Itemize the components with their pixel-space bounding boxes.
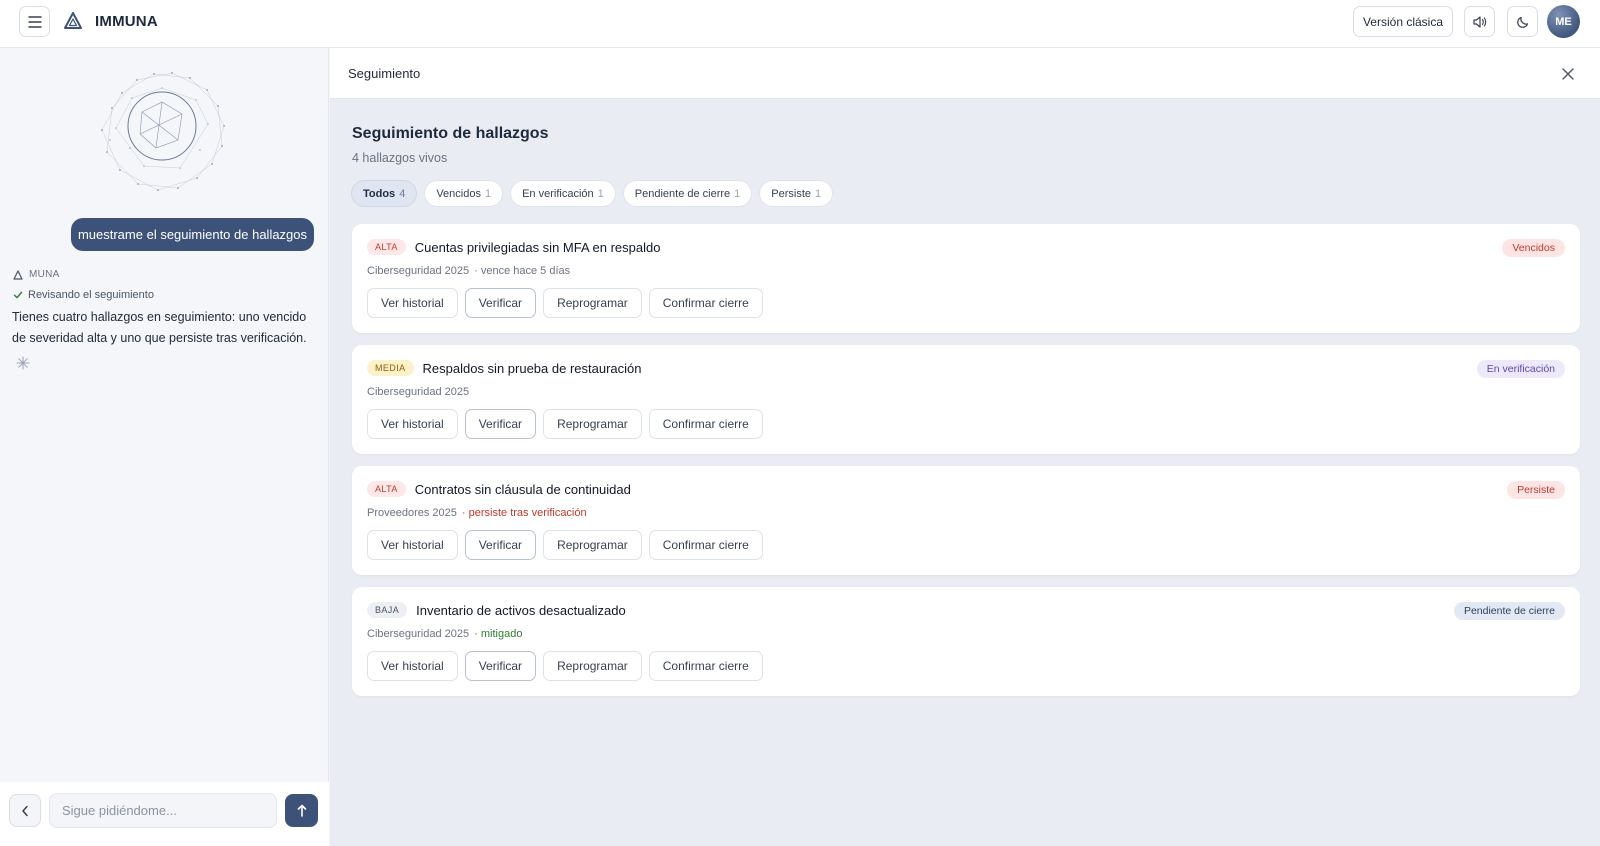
collapse-chat-button[interactable]	[9, 794, 41, 827]
top-bar: IMMUNA Versión clásica ME	[0, 0, 1600, 48]
user-message-bubble: muestrame el seguimiento de hallazgos	[71, 218, 314, 251]
page-subtitle: 4 hallazgos vivos	[352, 151, 448, 165]
chat-composer	[0, 782, 329, 846]
view-history-button[interactable]: Ver historial	[367, 530, 458, 560]
reschedule-button[interactable]: Reprogramar	[543, 409, 642, 439]
menu-icon	[27, 15, 42, 28]
filter-chip-label: En verificación	[522, 187, 594, 200]
assistant-status: Revisando el seguimiento	[13, 289, 154, 301]
confirm-close-button[interactable]: Confirmar cierre	[648, 651, 763, 681]
verify-button[interactable]: Verificar	[464, 651, 537, 681]
finding-source: Proveedores 2025	[367, 507, 457, 519]
moon-icon	[1516, 16, 1528, 28]
finding-title: Cuentas privilegiadas sin MFA en respald…	[414, 239, 661, 255]
finding-source: Ciberseguridad 2025	[367, 265, 470, 277]
severity-badge: MEDIA	[367, 360, 414, 376]
finding-note: · persiste tras verificación	[461, 507, 587, 519]
status-badge: Vencidos	[1502, 239, 1565, 257]
filter-chip-todos[interactable]: Todos 4	[351, 180, 418, 207]
check-icon	[13, 291, 23, 299]
finding-card: MEDIA Respaldos sin prueba de restauraci…	[352, 345, 1580, 454]
view-history-button[interactable]: Ver historial	[367, 651, 458, 681]
finding-actions: Ver historial Verificar Reprogramar Conf…	[367, 409, 763, 439]
finding-source: Ciberseguridad 2025	[367, 386, 470, 398]
filter-chip-persiste[interactable]: Persiste 1	[759, 180, 834, 207]
filter-chip-count: 1	[734, 187, 741, 200]
finding-source: Ciberseguridad 2025	[367, 628, 470, 640]
filter-chip-pendiente-de-cierre[interactable]: Pendiente de cierre 1	[622, 180, 753, 207]
finding-card: BAJA Inventario de activos desactualizad…	[352, 587, 1580, 696]
finding-title: Contratos sin cláusula de continuidad	[414, 481, 631, 497]
finding-actions: Ver historial Verificar Reprogramar Conf…	[367, 288, 763, 318]
assistant-status-text: Revisando el seguimiento	[28, 289, 154, 301]
finding-meta: Ciberseguridad 2025 · vence hace 5 días	[367, 265, 570, 277]
confirm-close-button[interactable]: Confirmar cierre	[648, 530, 763, 560]
status-badge: Pendiente de cierre	[1453, 602, 1565, 620]
confirm-close-button[interactable]: Confirmar cierre	[648, 409, 763, 439]
finding-meta: Ciberseguridad 2025	[367, 386, 474, 398]
avatar[interactable]: ME	[1547, 5, 1580, 38]
brand-name[interactable]: IMMUNA	[95, 13, 158, 30]
chat-panel: muestrame el seguimiento de hallazgos MU…	[0, 48, 329, 846]
assistant-label: MUNA	[13, 269, 60, 280]
severity-badge: ALTA	[367, 239, 406, 255]
menu-button[interactable]	[19, 6, 50, 37]
filter-chip-count: 1	[815, 187, 822, 200]
verify-button[interactable]: Verificar	[464, 288, 537, 318]
findings-list: ALTA Cuentas privilegiadas sin MFA en re…	[352, 224, 1580, 708]
panel-header-title: Seguimiento	[348, 66, 421, 81]
finding-actions: Ver historial Verificar Reprogramar Conf…	[367, 530, 763, 560]
filter-chip-en-verificacion[interactable]: En verificación 1	[510, 180, 616, 207]
finding-title: Respaldos sin prueba de restauración	[422, 360, 642, 376]
filter-chip-vencidos[interactable]: Vencidos 1	[424, 180, 504, 207]
status-badge: En verificación	[1476, 360, 1565, 378]
view-history-button[interactable]: Ver historial	[367, 288, 458, 318]
chevron-left-icon	[22, 805, 28, 816]
filter-chip-count: 4	[399, 187, 406, 200]
finding-note: · mitigado	[474, 628, 523, 640]
finding-card: ALTA Contratos sin cláusula de continuid…	[352, 466, 1580, 575]
finding-card: ALTA Cuentas privilegiadas sin MFA en re…	[352, 224, 1580, 333]
filter-chip-count: 1	[597, 187, 604, 200]
assistant-name: MUNA	[29, 269, 60, 280]
filter-chip-label: Pendiente de cierre	[634, 187, 731, 200]
filter-chip-count: 1	[484, 187, 492, 200]
close-panel-button[interactable]	[1558, 64, 1578, 84]
severity-badge: BAJA	[367, 602, 408, 618]
reschedule-button[interactable]: Reprogramar	[543, 288, 642, 318]
finding-title: Inventario de activos desactualizado	[416, 602, 626, 618]
brand-triangle-icon	[64, 12, 82, 29]
speaker-icon	[1473, 15, 1487, 28]
filter-chip-label: Todos	[363, 187, 396, 200]
confirm-close-button[interactable]: Confirmar cierre	[648, 288, 763, 318]
page-title: Seguimiento de hallazgos	[352, 125, 549, 142]
brand-triangle-icon	[13, 269, 23, 280]
arrow-up-icon	[297, 804, 306, 817]
classic-version-button[interactable]: Versión clásica	[1353, 6, 1453, 37]
filter-chip-label: Persiste	[771, 187, 812, 200]
tracking-panel: Seguimiento Seguimiento de hallazgos 4 h…	[330, 48, 1600, 846]
send-button[interactable]	[285, 794, 318, 827]
verify-button[interactable]: Verificar	[464, 409, 537, 439]
sound-button[interactable]	[1464, 6, 1495, 37]
verify-button[interactable]: Verificar	[464, 530, 537, 560]
status-badge: Persiste	[1507, 481, 1565, 499]
filter-chips: Todos 4 Vencidos 1 En verificación 1 Pen…	[351, 180, 834, 207]
reschedule-button[interactable]: Reprogramar	[543, 651, 642, 681]
theme-toggle-button[interactable]	[1507, 6, 1538, 37]
close-icon	[1562, 68, 1574, 80]
reschedule-button[interactable]: Reprogramar	[543, 530, 642, 560]
finding-meta: Proveedores 2025 · persiste tras verific…	[367, 507, 587, 519]
finding-note: · vence hace 5 días	[474, 265, 571, 277]
panel-header: Seguimiento	[330, 48, 1600, 99]
sparkle-icon	[16, 356, 30, 370]
chat-input[interactable]	[49, 793, 277, 828]
assistant-message: Tienes cuatro hallazgos en seguimiento: …	[12, 310, 307, 345]
assistant-orb-icon	[101, 72, 225, 191]
severity-badge: ALTA	[367, 481, 406, 497]
finding-actions: Ver historial Verificar Reprogramar Conf…	[367, 651, 763, 681]
filter-chip-label: Vencidos	[436, 187, 481, 200]
view-history-button[interactable]: Ver historial	[367, 409, 458, 439]
finding-meta: Ciberseguridad 2025 · mitigado	[367, 628, 522, 640]
